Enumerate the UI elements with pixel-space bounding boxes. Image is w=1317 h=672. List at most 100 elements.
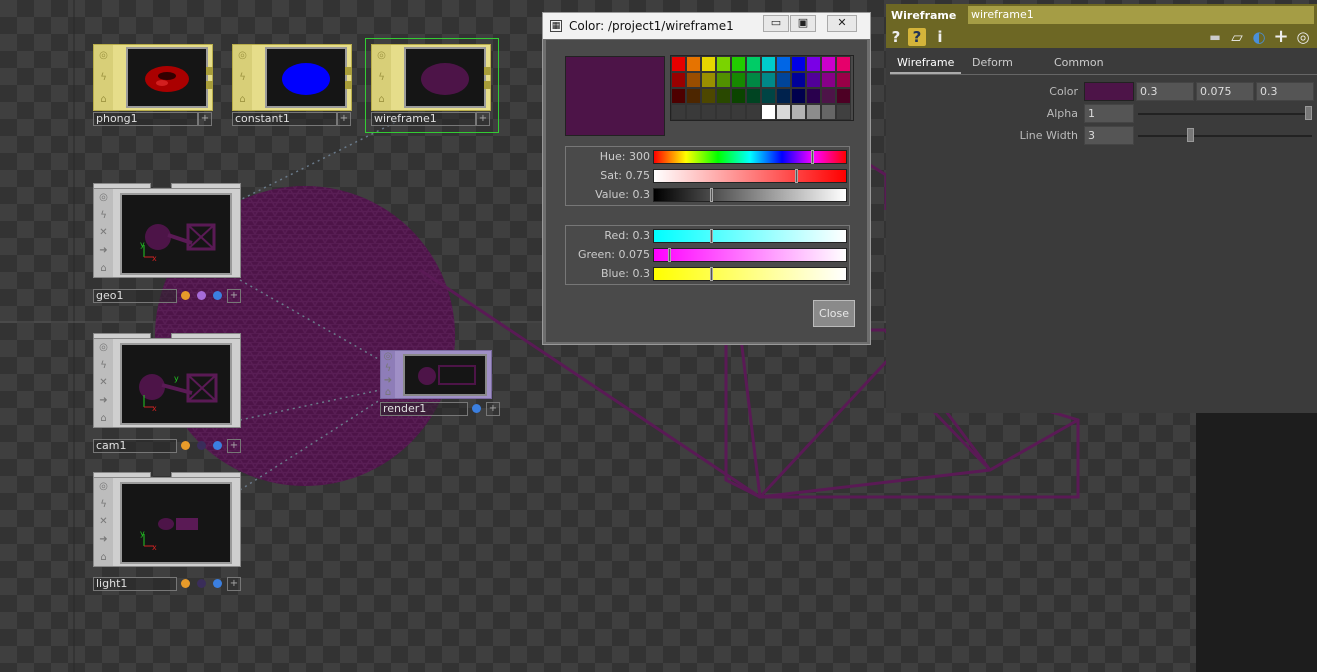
palette-swatch[interactable] (821, 56, 836, 72)
hue-thumb[interactable] (811, 150, 814, 164)
arrow-icon[interactable]: ➜ (98, 395, 109, 406)
palette-swatch[interactable] (791, 88, 806, 104)
viewer-icon[interactable]: ◎ (237, 50, 248, 61)
lock-icon[interactable]: ⌂ (98, 413, 109, 424)
palette-swatch[interactable] (836, 72, 851, 88)
help-icon[interactable]: ? (889, 28, 903, 46)
comment-icon[interactable]: ▬ (1206, 28, 1224, 46)
target-icon[interactable]: ◎ (1294, 28, 1312, 46)
tab-wireframe[interactable]: Wireframe (890, 54, 962, 74)
bolt-icon[interactable]: ϟ (376, 72, 387, 83)
python-icon[interactable]: ◐ (1250, 28, 1268, 46)
sat-thumb[interactable] (795, 169, 798, 183)
node-plus-button[interactable]: + (476, 112, 490, 126)
node-plus-button[interactable]: + (227, 289, 241, 303)
palette-swatch[interactable] (806, 72, 821, 88)
bolt-icon[interactable]: ϟ (98, 360, 109, 371)
cross-icon[interactable]: ✕ (98, 516, 109, 527)
palette-swatch[interactable] (686, 104, 701, 120)
viewer-icon[interactable]: ◎ (383, 351, 394, 362)
arrow-icon[interactable]: ➜ (98, 245, 109, 256)
color-r-field[interactable]: 0.3 (1136, 82, 1194, 101)
minimize-button[interactable]: ▭ (763, 15, 789, 32)
palette-swatch[interactable] (716, 104, 731, 120)
palette-swatch[interactable] (686, 72, 701, 88)
bolt-icon[interactable]: ϟ (237, 72, 248, 83)
cross-icon[interactable]: ✕ (98, 377, 109, 388)
palette-swatch[interactable] (731, 72, 746, 88)
node-plus-button[interactable]: + (227, 439, 241, 453)
palette-swatch[interactable] (791, 72, 806, 88)
value-slider[interactable] (653, 188, 847, 202)
palette-swatch[interactable] (746, 88, 761, 104)
palette-swatch[interactable] (716, 56, 731, 72)
arrow-icon[interactable]: ➜ (383, 375, 394, 386)
palette-swatch[interactable] (776, 88, 791, 104)
color-dialog[interactable]: ▦ Color: /project1/wireframe1 ▭ ▣ ✕ Hue:… (542, 12, 871, 345)
palette-swatch[interactable] (746, 72, 761, 88)
close-window-button[interactable]: ✕ (827, 15, 857, 32)
value-thumb[interactable] (710, 188, 713, 202)
lock-icon[interactable]: ⌂ (237, 94, 248, 105)
palette-swatch[interactable] (671, 72, 686, 88)
color-palette[interactable] (670, 55, 854, 121)
node-plus-button[interactable]: + (337, 112, 351, 126)
lock-icon[interactable]: ⌂ (376, 94, 387, 105)
palette-swatch[interactable] (821, 72, 836, 88)
palette-swatch[interactable] (776, 72, 791, 88)
palette-swatch[interactable] (836, 104, 851, 120)
bolt-icon[interactable]: ϟ (98, 72, 109, 83)
hue-slider-row[interactable]: Hue: 300 (566, 148, 849, 167)
palette-swatch[interactable] (671, 56, 686, 72)
blue-thumb[interactable] (710, 267, 713, 281)
alpha-slider-knob[interactable] (1305, 106, 1312, 120)
tab-common[interactable]: Common (1047, 54, 1111, 74)
palette-swatch[interactable] (761, 88, 776, 104)
color-g-field[interactable]: 0.075 (1196, 82, 1254, 101)
palette-swatch[interactable] (836, 88, 851, 104)
palette-swatch[interactable] (716, 72, 731, 88)
color-b-field[interactable]: 0.3 (1256, 82, 1314, 101)
node-plus-button[interactable]: + (486, 402, 500, 416)
dialog-title-bar[interactable]: ▦ Color: /project1/wireframe1 ▭ ▣ ✕ (543, 13, 870, 39)
value-slider-row[interactable]: Value: 0.3 (566, 186, 849, 205)
palette-swatch[interactable] (686, 56, 701, 72)
lock-icon[interactable]: ⌂ (383, 387, 394, 398)
palette-swatch[interactable] (731, 88, 746, 104)
line-width-field[interactable]: 3 (1084, 126, 1134, 145)
red-slider-row[interactable]: Red: 0.3 (566, 227, 849, 246)
palette-swatch[interactable] (806, 88, 821, 104)
line-width-slider-knob[interactable] (1187, 128, 1194, 142)
palette-swatch[interactable] (821, 104, 836, 120)
hue-slider[interactable] (653, 150, 847, 164)
red-thumb[interactable] (710, 229, 713, 243)
node-plus-button[interactable]: + (227, 577, 241, 591)
palette-swatch[interactable] (701, 88, 716, 104)
palette-swatch[interactable] (806, 104, 821, 120)
close-button[interactable]: Close (813, 300, 855, 327)
add-icon[interactable]: + (1272, 28, 1290, 46)
palette-swatch[interactable] (821, 88, 836, 104)
palette-swatch[interactable] (806, 56, 821, 72)
palette-swatch[interactable] (701, 104, 716, 120)
red-slider[interactable] (653, 229, 847, 243)
info-icon[interactable]: i (934, 28, 946, 46)
alpha-field[interactable]: 1 (1084, 104, 1134, 123)
viewer-icon[interactable]: ◎ (98, 192, 109, 203)
palette-swatch[interactable] (731, 104, 746, 120)
palette-swatch[interactable] (761, 104, 776, 120)
palette-swatch[interactable] (671, 104, 686, 120)
bolt-icon[interactable]: ϟ (383, 363, 394, 374)
lock-icon[interactable]: ⌂ (98, 94, 109, 105)
palette-swatch[interactable] (686, 88, 701, 104)
cross-icon[interactable]: ✕ (98, 227, 109, 238)
bolt-icon[interactable]: ϟ (98, 210, 109, 221)
palette-swatch[interactable] (746, 56, 761, 72)
lock-icon[interactable]: ⌂ (98, 552, 109, 563)
blue-slider-row[interactable]: Blue: 0.3 (566, 265, 849, 284)
alpha-slider[interactable] (1138, 113, 1312, 115)
viewer-icon[interactable]: ◎ (376, 50, 387, 61)
lock-icon[interactable]: ⌂ (98, 263, 109, 274)
viewer-icon[interactable]: ◎ (98, 481, 109, 492)
maximize-button[interactable]: ▣ (790, 15, 816, 32)
